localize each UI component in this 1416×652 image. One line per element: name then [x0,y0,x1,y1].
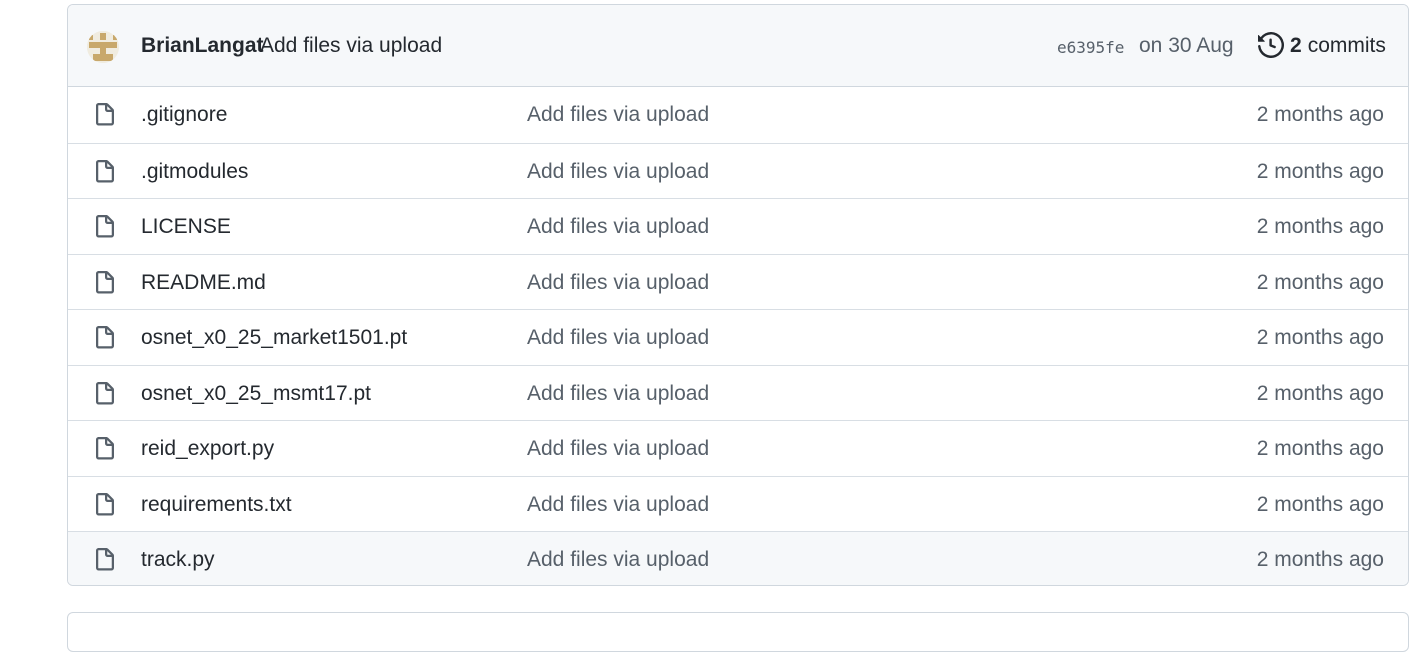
file-row[interactable]: requirements.txt Add files via upload 2 mo… [68,475,1408,532]
history-icon [1258,31,1284,58]
file-icon [96,326,114,349]
commits-label: commits [1307,34,1386,57]
file-name-link[interactable]: track.py [141,548,215,572]
file-age: 2 months ago [1256,437,1384,460]
file-age: 2 months ago [1256,270,1384,294]
avatar[interactable] [87,31,119,63]
file-row[interactable]: reid_export.py Add files via upload 2 mont… [68,420,1408,476]
file-row[interactable]: .gitignore Add files via upload 2 months a… [68,87,1408,143]
file-age: 2 months ago [1256,159,1384,183]
file-commit-link[interactable]: Add files via upload [527,493,709,517]
file-icon [96,103,114,126]
file-name-link[interactable]: README.md [141,271,266,295]
file-icon [96,548,114,571]
commits-count: 2 [1290,34,1302,57]
file-commit-link[interactable]: Add files via upload [527,271,709,295]
file-icon [96,215,114,238]
file-commit-link[interactable]: Add files via upload [527,382,709,406]
file-commit-link[interactable]: Add files via upload [527,326,709,350]
file-age: 2 months ago [1256,326,1384,349]
file-icon [96,437,114,460]
file-age: 2 months ago [1256,548,1384,571]
file-name-link[interactable]: .gitmodules [141,160,248,184]
readme-panel [67,612,1409,652]
file-icon [96,381,114,404]
file-row[interactable]: LICENSE Add files via upload 2 months ago [68,198,1408,254]
file-icon [96,270,114,293]
file-icon [96,159,114,182]
file-name-link[interactable]: osnet_x0_25_msmt17.pt [141,382,371,406]
file-commit-link[interactable]: Add files via upload [527,160,709,184]
file-age: 2 months ago [1256,215,1384,238]
commit-message-link[interactable]: Add files via upload [260,34,442,58]
file-name-link[interactable]: osnet_x0_25_market1501.pt [141,326,407,350]
commit-author-link[interactable]: BrianLangat [141,34,264,58]
file-list: .gitignore Add files via upload 2 months a… [68,87,1408,585]
file-age: 2 months ago [1256,103,1384,126]
file-row[interactable]: osnet_x0_25_market1501.pt Add files via u… [68,309,1408,365]
file-name-link[interactable]: LICENSE [141,215,231,239]
latest-commit-bar: BrianLangat Add files via upload e6395fe… [68,5,1408,87]
file-row[interactable]: track.py Add files via upload 2 months ago [68,531,1408,585]
file-name-link[interactable]: requirements.txt [141,493,292,517]
file-row[interactable]: .gitmodules Add files via upload 2 months … [68,142,1408,199]
file-commit-link[interactable]: Add files via upload [527,548,709,572]
file-row[interactable]: osnet_x0_25_msmt17.pt Add files via uploa… [68,364,1408,421]
file-name-link[interactable]: reid_export.py [141,437,274,461]
commits-history-link[interactable]: 2 commits [1258,31,1386,58]
file-commit-link[interactable]: Add files via upload [527,103,709,127]
file-commit-link[interactable]: Add files via upload [527,437,709,461]
file-row[interactable]: README.md Add files via upload 2 months ag… [68,253,1408,310]
file-browser: BrianLangat Add files via upload e6395fe… [67,4,1409,586]
file-name-link[interactable]: .gitignore [141,103,227,127]
commit-date: on 30 Aug [1139,34,1234,57]
file-age: 2 months ago [1256,492,1384,516]
file-icon [96,492,114,515]
file-commit-link[interactable]: Add files via upload [527,215,709,239]
file-age: 2 months ago [1256,381,1384,405]
commit-hash-link[interactable]: e6395fe [1057,38,1124,57]
